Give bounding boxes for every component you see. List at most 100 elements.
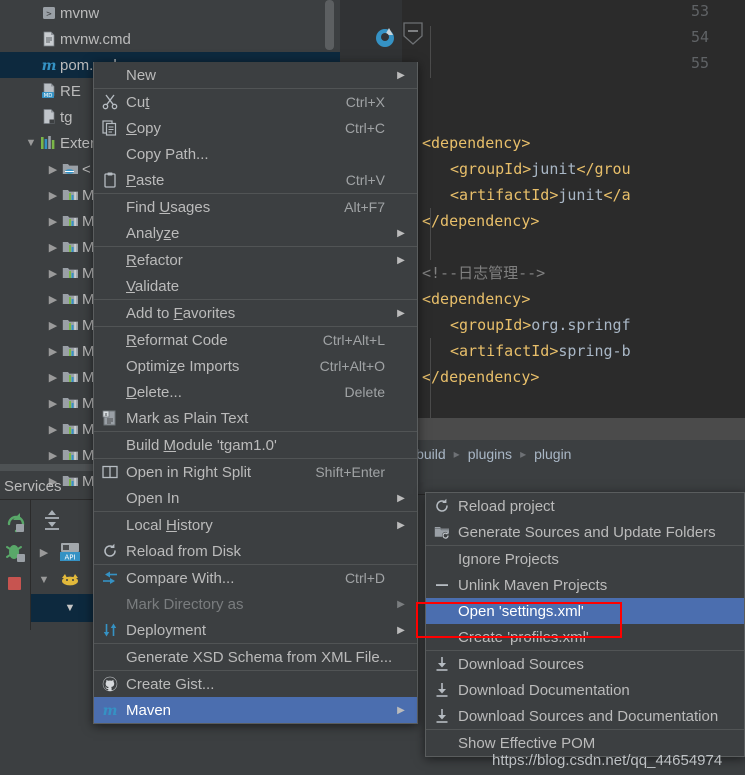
menu-item-label: Open 'settings.xml' (458, 603, 712, 620)
submenu-arrow-icon: ▶ (395, 70, 407, 81)
download-icon (426, 708, 458, 724)
minus-icon (426, 577, 458, 593)
menu-item-delete[interactable]: Delete...Delete (94, 379, 417, 405)
menu-item-local-history[interactable]: Local History▶ (94, 512, 417, 538)
menu-item-analyze[interactable]: Analyze▶ (94, 220, 417, 246)
chevron-down-icon[interactable]: ▼ (57, 602, 83, 614)
menu-item-optimize-imports[interactable]: Optimize ImportsCtrl+Alt+O (94, 353, 417, 379)
menu-item-new[interactable]: New▶ (94, 62, 417, 88)
maven-file-icon: m (38, 57, 60, 73)
menu-item-deployment[interactable]: Deployment▶ (94, 617, 417, 643)
svg-text:x: x (105, 412, 108, 418)
clipboard-icon (94, 172, 126, 188)
svg-text:>: > (46, 10, 52, 20)
breadcrumb-item[interactable]: plugin (534, 446, 571, 462)
deployment-icon (94, 622, 126, 638)
menu-item-create-gist[interactable]: Create Gist... (94, 671, 417, 697)
code-content[interactable]: <dependency><groupId>junit</grou<artifac… (402, 0, 745, 440)
api-icon: API (57, 543, 83, 561)
watermark-text: https://blog.csdn.net/qq_44654974 (492, 752, 722, 769)
run-maven-icon[interactable] (376, 29, 394, 47)
chevron-right-icon[interactable]: ▶ (46, 371, 60, 384)
menu-item-label: Reformat Code (126, 332, 309, 349)
menu-item-generate-xsd-schema-from-xml-file[interactable]: Generate XSD Schema from XML File... (94, 644, 417, 670)
submenu-arrow-icon: ▶ (395, 493, 407, 504)
menu-item-reload-from-disk[interactable]: Reload from Disk (94, 538, 417, 564)
menu-item-label: Copy Path... (126, 146, 385, 163)
chevron-right-icon[interactable]: ▶ (46, 189, 60, 202)
svg-text:MD: MD (44, 93, 53, 99)
chevron-right-icon[interactable]: ▶ (46, 267, 60, 280)
chevron-down-icon[interactable]: ▼ (31, 574, 57, 586)
menu-item-refactor[interactable]: Refactor▶ (94, 247, 417, 273)
chevron-right-icon: ▸ (520, 447, 526, 461)
menu-item-validate[interactable]: Validate (94, 273, 417, 299)
chevron-right-icon[interactable]: ▶ (31, 546, 57, 559)
chevron-right-icon[interactable]: ▶ (46, 215, 60, 228)
menu-item-label: Download Sources and Documentation (458, 708, 718, 725)
file-context-menu[interactable]: New▶CutCtrl+XCopyCtrl+C Copy Path... Paste… (93, 62, 418, 724)
maven-lib-icon (60, 343, 82, 359)
menu-item-open-in-right-split[interactable]: Open in Right SplitShift+Enter (94, 459, 417, 485)
rerun-icon[interactable] (4, 510, 28, 534)
chevron-right-icon[interactable]: ▶ (46, 319, 60, 332)
menu-item-open-in[interactable]: Open In▶ (94, 485, 417, 511)
menu-item-label: Download Sources (458, 656, 712, 673)
tree-item-mvnw[interactable]: >mvnw (0, 0, 340, 26)
menu-item-label: Ignore Projects (458, 551, 712, 568)
debug-icon[interactable] (4, 540, 28, 564)
menu-item-shortcut: Ctrl+X (346, 94, 385, 110)
menu-item-label: Copy (126, 120, 331, 137)
menu-item-find-usages[interactable]: Find UsagesAlt+F7 (94, 194, 417, 220)
menu-item-download-sources-and-documentation[interactable]: Download Sources and Documentation (426, 703, 744, 729)
services-tab-label[interactable]: Services (0, 473, 90, 499)
chevron-right-icon: ▸ (454, 447, 460, 461)
tree-item-mvnw-cmd[interactable]: mvnw.cmd (0, 26, 340, 52)
submenu-arrow-icon: ▶ (395, 625, 407, 636)
menu-item-mark-directory-as[interactable]: Mark Directory as▶ (94, 591, 417, 617)
menu-item-label: Optimize Imports (126, 358, 306, 375)
chevron-right-icon[interactable]: ▶ (46, 241, 60, 254)
menu-item-maven[interactable]: mMaven▶ (94, 697, 417, 723)
menu-item-reformat-code[interactable]: Reformat CodeCtrl+Alt+L (94, 327, 417, 353)
breadcrumb-item[interactable]: build (416, 446, 446, 462)
maven-submenu[interactable]: Reload projectGenerate Sources and Updat… (425, 492, 745, 757)
menu-item-cut[interactable]: CutCtrl+X (94, 89, 417, 115)
maven-lib-icon (60, 187, 82, 203)
tree-vertical-scrollbar[interactable] (325, 0, 334, 50)
menu-item-build-module-tgam1-0[interactable]: Build Module 'tgam1.0' (94, 432, 417, 458)
chevron-right-icon[interactable]: ▶ (46, 449, 60, 462)
menu-item-copy[interactable]: CopyCtrl+C (94, 115, 417, 141)
menu-item-add-to-favorites[interactable]: Add to Favorites▶ (94, 300, 417, 326)
menu-item-label: Generate XSD Schema from XML File... (126, 649, 392, 666)
maven-lib-icon (60, 265, 82, 281)
maven-lib-icon (60, 369, 82, 385)
menu-item-mark-as-plain-text[interactable]: xMark as Plain Text (94, 405, 417, 431)
breadcrumb-item[interactable]: plugins (468, 446, 512, 462)
maven-lib-icon (60, 447, 82, 463)
script-file-icon: > (38, 5, 60, 21)
menu-item-ignore-projects[interactable]: Ignore Projects (426, 546, 744, 572)
chevron-right-icon[interactable]: ▶ (46, 345, 60, 358)
menu-item-create-profiles-xml[interactable]: Create 'profiles.xml' (426, 624, 744, 650)
chevron-right-icon[interactable]: ▶ (46, 397, 60, 410)
menu-item-open-settings-xml[interactable]: Open 'settings.xml' (426, 598, 744, 624)
chevron-right-icon[interactable]: ▶ (46, 293, 60, 306)
svg-text:API: API (64, 553, 75, 561)
split-icon (94, 464, 126, 480)
menu-item-compare-with[interactable]: Compare With...Ctrl+D (94, 565, 417, 591)
chevron-right-icon[interactable]: ▶ (46, 163, 60, 176)
menu-item-shortcut: Delete (345, 384, 385, 400)
chevron-right-icon[interactable]: ▶ (46, 423, 60, 436)
chevron-down-icon[interactable]: ▼ (24, 137, 38, 149)
menu-item-copy-path[interactable]: Copy Path... (94, 141, 417, 167)
menu-item-unlink-maven-projects[interactable]: Unlink Maven Projects (426, 572, 744, 598)
stop-icon[interactable] (4, 572, 28, 596)
services-toolbar[interactable] (0, 500, 30, 630)
menu-item-download-sources[interactable]: Download Sources (426, 651, 744, 677)
menu-item-download-documentation[interactable]: Download Documentation (426, 677, 744, 703)
menu-item-paste[interactable]: PasteCtrl+V (94, 167, 417, 193)
menu-item-generate-sources-and-update-folders[interactable]: Generate Sources and Update Folders (426, 519, 744, 545)
menu-item-reload-project[interactable]: Reload project (426, 493, 744, 519)
submenu-arrow-icon: ▶ (395, 228, 407, 239)
